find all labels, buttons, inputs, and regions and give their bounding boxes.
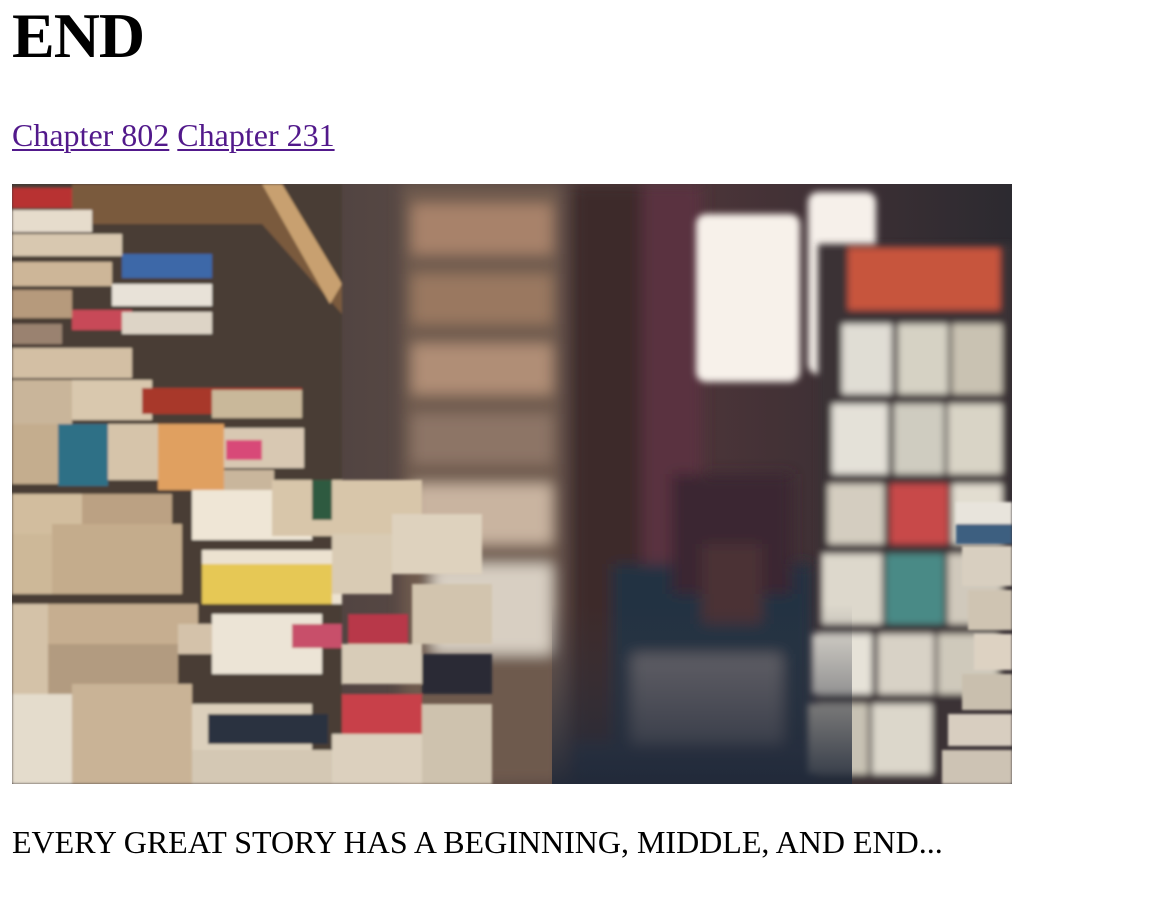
- chapter-links: Chapter 802 Chapter 231: [12, 117, 1142, 153]
- page-title: END: [12, 0, 145, 71]
- tagline: EVERY GREAT STORY HAS A BEGINNING, MIDDL…: [12, 824, 943, 860]
- chapter-802-link[interactable]: Chapter 802: [12, 117, 169, 153]
- page-content: END Chapter 802 Chapter 231 EVERY GREAT …: [12, 0, 1142, 860]
- chapter-231-link[interactable]: Chapter 231: [177, 117, 334, 153]
- bookstore-photo: [12, 184, 1012, 784]
